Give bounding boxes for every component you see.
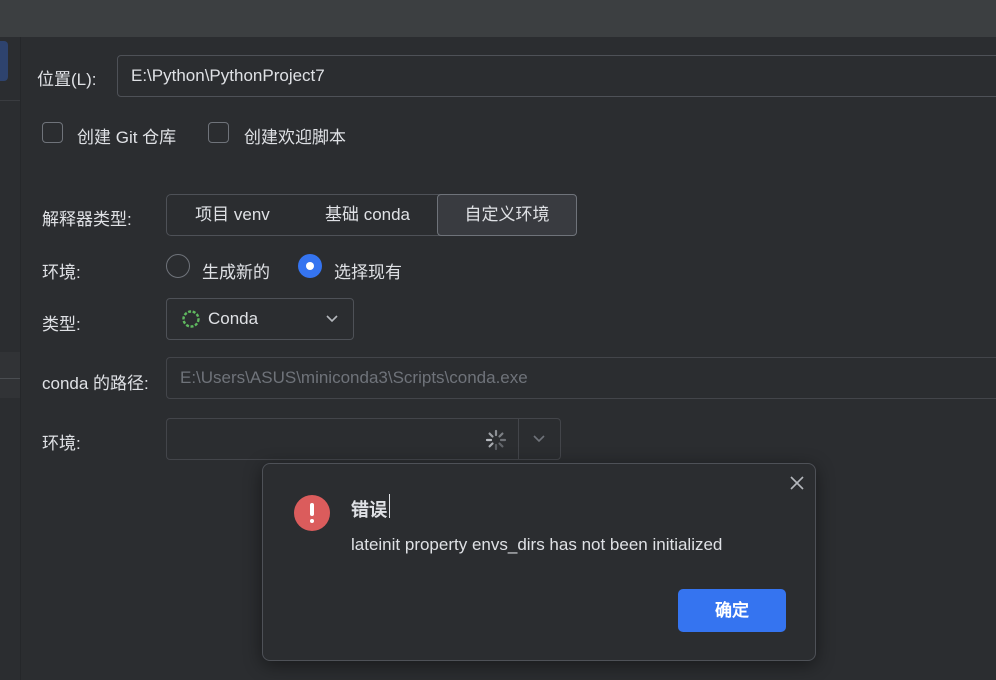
chevron-down-icon[interactable] (532, 434, 546, 444)
interpreter-type-segmented-control: 项目 venv 基础 conda 自定义环境 (166, 194, 577, 236)
dialog-title: 错误 (351, 500, 387, 520)
location-input[interactable]: E:\Python\PythonProject7 (117, 55, 996, 97)
environment-label: 环境: (42, 434, 81, 453)
sidebar-item[interactable] (0, 352, 20, 398)
create-welcome-script-checkbox[interactable] (208, 122, 229, 143)
type-label: 类型: (42, 315, 81, 334)
tab-custom-environment[interactable]: 自定义环境 (437, 194, 577, 236)
select-existing-label: 选择现有 (334, 263, 402, 282)
dropdown-divider (518, 419, 519, 459)
chevron-down-icon (326, 315, 338, 323)
sidebar-divider (0, 378, 20, 379)
generate-new-radio[interactable] (166, 254, 190, 278)
sidebar-divider (0, 100, 20, 101)
tab-base-conda[interactable]: 基础 conda (298, 195, 437, 235)
ok-button[interactable]: 确定 (678, 589, 786, 632)
loading-spinner-icon (485, 429, 507, 451)
text-cursor (389, 494, 390, 518)
error-dialog: 错误 lateinit property envs_dirs has not b… (262, 463, 816, 661)
select-existing-radio[interactable] (298, 254, 322, 278)
create-git-repo-checkbox[interactable] (42, 122, 63, 143)
create-welcome-script-label: 创建欢迎脚本 (244, 128, 346, 147)
conda-path-label: conda 的路径: (42, 374, 149, 393)
conda-spinner-icon (182, 310, 200, 328)
dialog-message: lateinit property envs_dirs has not been… (351, 535, 723, 554)
tab-project-venv[interactable]: 项目 venv (167, 195, 298, 235)
close-icon[interactable] (788, 474, 806, 492)
sidebar-selected-item[interactable] (0, 41, 8, 81)
type-value: Conda (208, 309, 259, 328)
location-label: 位置(L): (37, 70, 97, 89)
environment-dropdown[interactable] (166, 418, 561, 460)
environment-mode-label: 环境: (42, 263, 81, 282)
type-dropdown[interactable]: Conda (166, 298, 354, 340)
title-bar (0, 0, 996, 37)
conda-path-input[interactable]: E:\Users\ASUS\miniconda3\Scripts\conda.e… (166, 357, 996, 399)
error-icon (294, 495, 330, 531)
generate-new-label: 生成新的 (202, 263, 270, 282)
create-git-repo-label: 创建 Git 仓库 (77, 128, 177, 147)
interpreter-type-label: 解释器类型: (42, 210, 132, 229)
